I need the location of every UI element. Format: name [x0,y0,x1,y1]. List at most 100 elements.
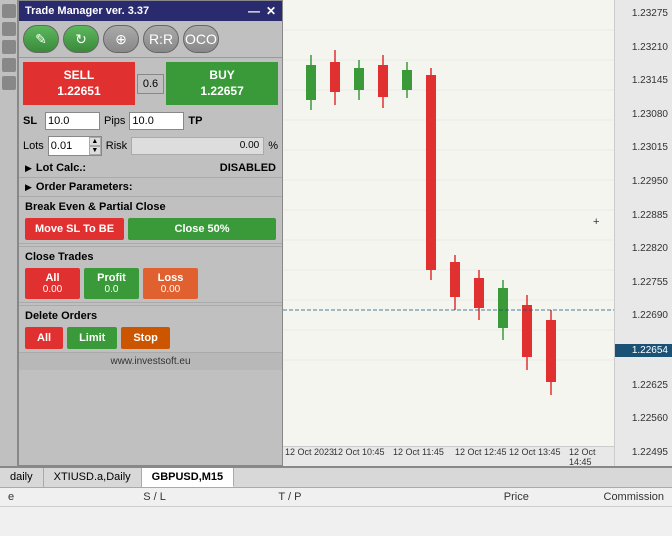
refresh-button[interactable]: ↻ [63,25,99,53]
sell-price: 1.22651 [33,84,125,100]
order-params-label: Order Parameters: [36,181,133,193]
col-commission: Commission [549,491,664,503]
sell-button[interactable]: SELL 1.22651 [23,62,135,105]
buy-label: BUY [176,68,268,84]
time-6: 12 Oct 14:45 [569,447,614,466]
order-params-row[interactable]: ▶ Order Parameters: [19,177,282,196]
lots-arrows: ▲ ▼ [89,137,101,155]
risk-bar: 0.00 [131,137,264,155]
tab-gbpusd[interactable]: GBPUSD,M15 [142,468,235,487]
close-profit-label: Profit [97,272,126,284]
close-all-value: 0.00 [43,284,62,295]
price-12: 1.22560 [615,413,672,424]
price-6: 1.22950 [615,176,672,187]
time-4: 12 Oct 12:45 [455,447,507,457]
lots-label: Lots [23,140,44,152]
delete-limit-button[interactable]: Limit [67,327,117,349]
col-sl: S / L [143,491,258,503]
tabs-row: daily XTIUSD.a,Daily GBPUSD,M15 [0,468,672,488]
time-3: 12 Oct 11:45 [393,447,444,457]
close-trades-buttons: All 0.00 Profit 0.0 Loss 0.00 [19,265,282,302]
tp-input[interactable] [129,112,184,130]
bottom-section: daily XTIUSD.a,Daily GBPUSD,M15 e S / L … [0,466,672,536]
time-1: 12 Oct 2023 [285,447,334,457]
close-profit-value: 0.0 [105,284,119,295]
settings-icon[interactable] [2,76,16,90]
minimize-button[interactable]: — [248,4,260,18]
lot-calc-triangle-icon: ▶ [25,163,32,174]
close-loss-button[interactable]: Loss 0.00 [143,268,198,299]
rr-button[interactable]: R:R [143,25,179,53]
price-2: 1.23210 [615,42,672,53]
price-5: 1.23015 [615,142,672,153]
close-button[interactable]: ✕ [266,4,276,18]
trade-manager-panel: Trade Manager ver. 3.37 — ✕ ✎ ↻ ⊕ R:R OC… [18,0,283,466]
zoom-icon[interactable] [2,58,16,72]
lots-input-wrap: ▲ ▼ [48,136,102,156]
break-even-title: Break Even & Partial Close [19,196,282,215]
sl-input[interactable] [45,112,100,130]
lot-calc-value: DISABLED [220,162,276,174]
buy-sell-row: SELL 1.22651 0.6 BUY 1.22657 [19,58,282,109]
lots-row: Lots ▲ ▼ Risk 0.00 % [19,133,282,159]
sl-label: SL [23,115,41,127]
oco-button[interactable]: OCO [183,25,219,53]
price-3: 1.23145 [615,75,672,86]
delete-orders-title: Delete Orders [19,305,282,324]
delete-buttons: All Limit Stop [19,324,282,352]
tab-xtiusd[interactable]: XTIUSD.a,Daily [44,468,142,487]
buy-button[interactable]: BUY 1.22657 [166,62,278,105]
time-2: 12 Oct 10:45 [333,447,385,457]
close-loss-label: Loss [158,272,184,284]
edit-button[interactable]: ✎ [23,25,59,53]
toolbar: ✎ ↻ ⊕ R:R OCO [19,21,282,58]
lots-up-arrow[interactable]: ▲ [89,137,101,146]
spread-badge: 0.6 [137,74,164,94]
close-all-button[interactable]: All 0.00 [25,268,80,299]
pips-label: Pips [104,115,125,127]
close-trades-section: Close Trades All 0.00 Profit 0.0 Loss 0.… [19,243,282,302]
close-all-label: All [45,272,59,284]
risk-pct: % [268,140,278,152]
time-axis: 12 Oct 2023 12 Oct 10:45 12 Oct 11:45 12… [283,446,614,466]
footer-url: www.investsoft.eu [19,352,282,370]
price-11: 1.22625 [615,380,672,391]
break-even-buttons: Move SL To BE Close 50% [19,215,282,243]
cursor-icon[interactable] [2,22,16,36]
panel-title: Trade Manager ver. 3.37 [25,5,149,17]
lots-input[interactable] [49,138,89,154]
price-1: 1.23275 [615,8,672,19]
delete-stop-button[interactable]: Stop [121,327,169,349]
time-5: 12 Oct 13:45 [509,447,561,457]
tab-header-row: e S / L T / P Price Commission [0,488,672,507]
risk-label: Risk [106,140,127,152]
close-profit-button[interactable]: Profit 0.0 [84,268,139,299]
price-9: 1.22755 [615,277,672,288]
close-trades-title: Close Trades [19,246,282,265]
delete-all-button[interactable]: All [25,327,63,349]
risk-value: 0.00 [240,140,259,151]
price-highlight: 1.22654 [615,344,672,357]
lot-calc-row[interactable]: ▶ Lot Calc.: DISABLED [19,159,282,177]
delete-orders-section: Delete Orders All Limit Stop [19,302,282,352]
price-8: 1.22820 [615,243,672,254]
chart-area[interactable]: + 1.23275 1.23210 1.23145 1.23080 1.2301… [283,0,672,466]
sell-label: SELL [33,68,125,84]
price-13: 1.22495 [615,447,672,458]
tp-label: TP [188,115,206,127]
tab-daily[interactable]: daily [0,468,44,487]
col-e: e [8,491,123,503]
close-50-button[interactable]: Close 50% [128,218,276,240]
col-price: Price [414,491,529,503]
move-sl-button[interactable]: Move SL To BE [25,218,124,240]
price-10: 1.22690 [615,310,672,321]
lots-down-arrow[interactable]: ▼ [89,146,101,155]
order-params-triangle-icon: ▶ [25,182,32,193]
price-7: 1.22885 [615,210,672,221]
chart-icon[interactable] [2,4,16,18]
lot-calc-label: Lot Calc.: [36,162,86,174]
crosshair-icon[interactable] [2,40,16,54]
target-button[interactable]: ⊕ [103,25,139,53]
close-loss-value: 0.00 [161,284,180,295]
panel-header: Trade Manager ver. 3.37 — ✕ [19,1,282,21]
